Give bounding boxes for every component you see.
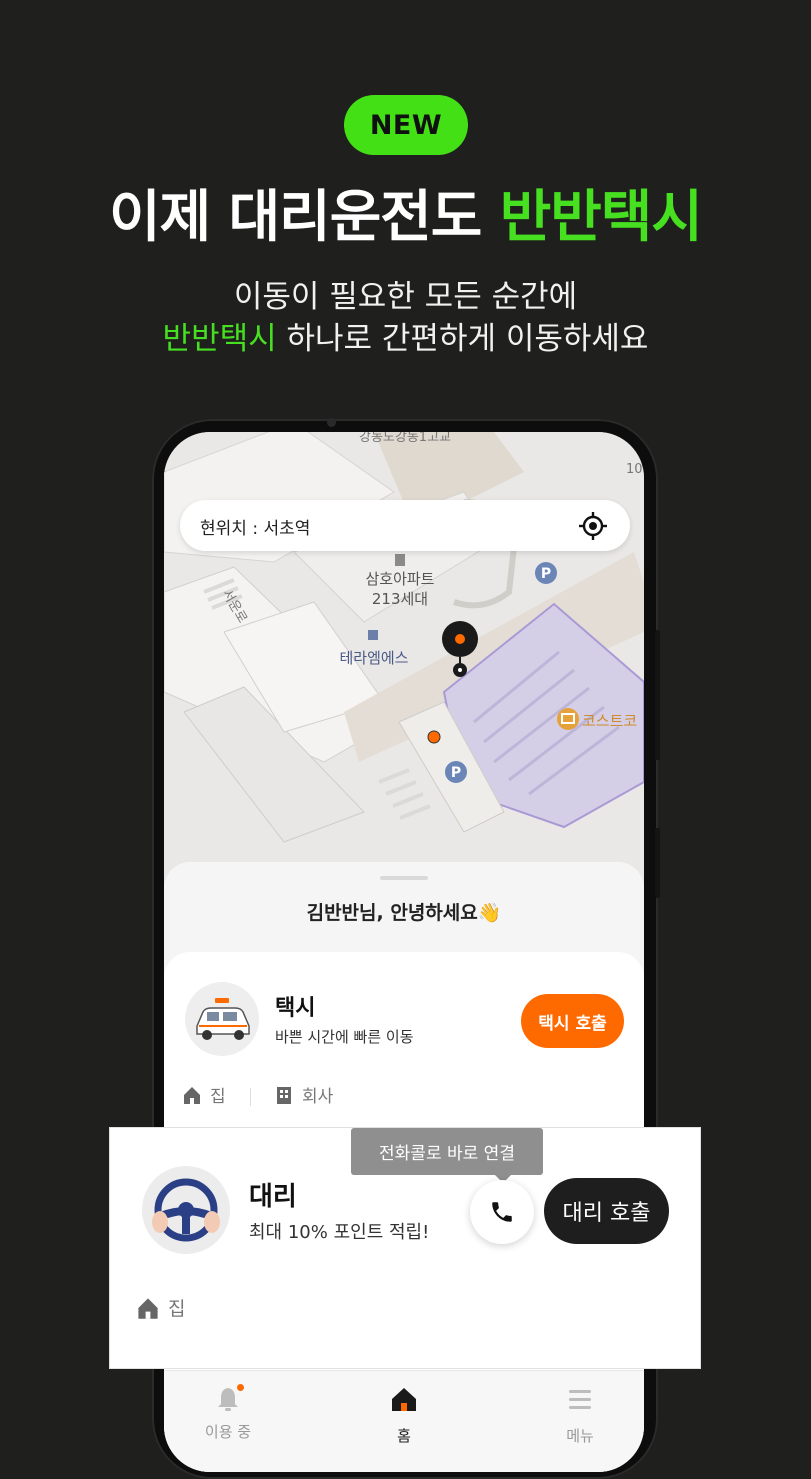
subline-2-rest: 하나로 간편하게 이동하세요 xyxy=(276,321,649,357)
notification-dot xyxy=(237,1384,244,1391)
shortcut-home-label: 집 xyxy=(210,1087,226,1107)
nav-in-use-label: 이용 중 xyxy=(204,1423,252,1441)
map-label-apartment-units: 213세대 xyxy=(371,590,429,608)
current-location-bar[interactable]: 현위치 : 서초역 xyxy=(180,500,630,551)
headline-prefix: 이제 대리운전도 xyxy=(109,185,500,250)
map-label-building: 테라엠에스 xyxy=(339,649,409,667)
parking-icon: P xyxy=(535,562,557,584)
call-taxi-button[interactable]: 택시 호출 xyxy=(521,994,624,1048)
promo-headline: 이제 대리운전도 반반택시 xyxy=(0,172,811,253)
svg-text:P: P xyxy=(541,566,551,582)
svg-text:P: P xyxy=(451,765,461,781)
driver-desc: 최대 10% 포인트 적립! xyxy=(249,1222,430,1243)
greeting-text: 김반반님, 안녕하세요👋 xyxy=(306,902,502,924)
phone-side-button xyxy=(655,828,660,898)
building-icon xyxy=(277,1086,291,1104)
taxi-illustration-icon xyxy=(185,982,259,1056)
phone-call-tooltip: 전화콜로 바로 연결 xyxy=(351,1128,543,1175)
promo-subline: 이동이 필요한 모든 순간에 반반택시 하나로 간편하게 이동하세요 xyxy=(0,276,811,360)
front-camera xyxy=(327,418,336,427)
sheet-drag-handle[interactable] xyxy=(380,876,428,880)
nav-home-label: 홈 xyxy=(397,1427,411,1445)
home-icon xyxy=(184,1086,200,1104)
phone-icon xyxy=(492,1202,512,1222)
map-label-corner: 101 xyxy=(626,462,644,477)
hamburger-menu-icon xyxy=(569,1390,591,1409)
map-label-apartment: 삼호아파트 xyxy=(365,570,435,588)
nav-menu-label: 메뉴 xyxy=(566,1427,594,1445)
headline-highlight: 반반택시 xyxy=(499,185,703,250)
driver-shortcut-home[interactable]: 집 xyxy=(136,1294,185,1321)
phone-call-button[interactable] xyxy=(470,1180,534,1244)
nav-home[interactable]: 홈 xyxy=(324,1385,484,1446)
map-label-store: 코스트코 xyxy=(582,712,638,730)
taxi-title: 택시 xyxy=(275,996,316,1021)
nav-in-use[interactable]: 이용 중 xyxy=(164,1384,308,1442)
location-target-icon[interactable] xyxy=(578,511,608,541)
subline-1: 이동이 필요한 모든 순간에 xyxy=(233,279,578,315)
driver-shortcut-home-label: 집 xyxy=(168,1298,186,1320)
store-icon xyxy=(557,708,579,730)
phone-side-button xyxy=(655,630,660,760)
shortcut-work-label: 회사 xyxy=(302,1087,334,1107)
bottom-nav: 이용 중 홈 메뉴 xyxy=(164,1370,644,1472)
parking-icon: P xyxy=(445,761,467,783)
home-icon xyxy=(392,1388,416,1411)
driver-title: 대리 xyxy=(249,1182,297,1212)
new-badge: NEW xyxy=(344,95,468,155)
call-driver-button[interactable]: 대리 호출 xyxy=(544,1178,669,1244)
nav-menu[interactable]: 메뉴 xyxy=(500,1385,644,1446)
steering-wheel-icon xyxy=(142,1166,230,1254)
subline-2: 반반택시 하나로 간편하게 이동하세요 xyxy=(0,318,811,360)
map-view[interactable]: P P 강동도강동1고교 101 삼호아파트 213세대 xyxy=(164,432,644,902)
subline-2-highlight: 반반택시 xyxy=(162,321,277,357)
driver-service-card: 대리 최대 10% 포인트 적립! 전화콜로 바로 연결 대리 호출 집 xyxy=(110,1128,700,1368)
taxi-desc: 바쁜 시간에 빠른 이동 xyxy=(275,1028,414,1046)
home-icon xyxy=(138,1297,158,1319)
current-location-text: 현위치 : 서초역 xyxy=(200,519,311,539)
shortcut-divider xyxy=(250,1088,251,1106)
shortcut-home[interactable]: 집 xyxy=(182,1082,226,1107)
shortcut-work[interactable]: 회사 xyxy=(274,1082,333,1107)
map-label-top: 강동도강동1고교 xyxy=(359,432,451,445)
